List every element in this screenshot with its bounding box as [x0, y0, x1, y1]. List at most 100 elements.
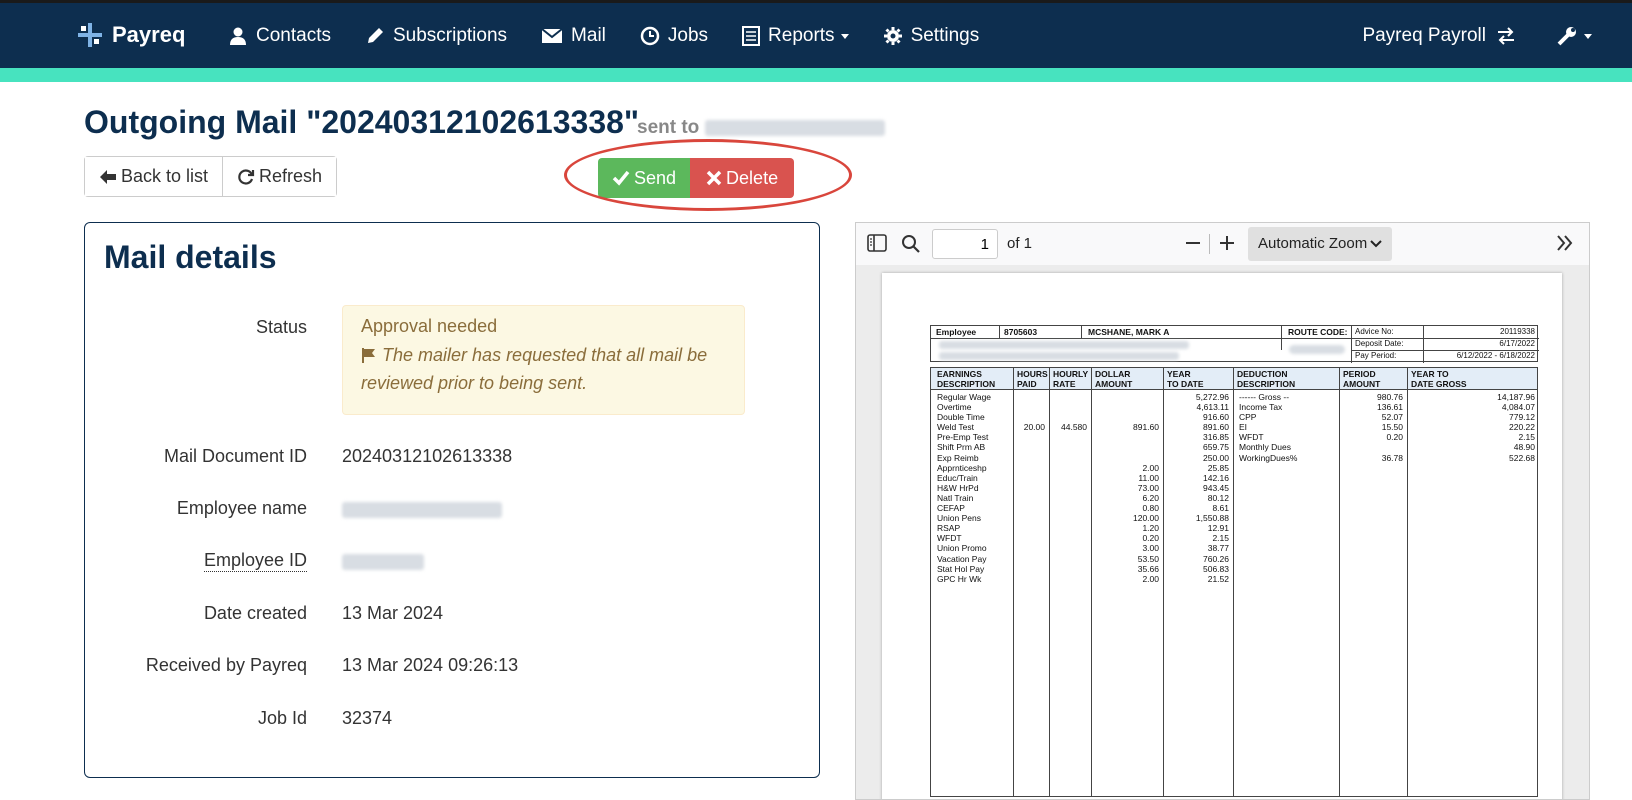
earning-amount — [1093, 412, 1159, 422]
col-ytd: YEAR TO DATE — [1167, 369, 1204, 389]
employee-id-label[interactable]: Employee ID — [203, 550, 307, 572]
nav-contacts[interactable]: Contacts — [228, 25, 331, 47]
tools-menu[interactable] — [1556, 25, 1592, 47]
wrench-icon — [1557, 27, 1576, 46]
toolbar-separator — [1209, 234, 1210, 254]
earning-amount: 2.00 — [1142, 573, 1159, 584]
col-divider — [1091, 368, 1092, 796]
deduction-description: WorkingDues% — [1239, 452, 1298, 463]
earning-ytd: 250.00 — [1203, 452, 1229, 463]
col-divider — [1163, 368, 1164, 796]
stub-divider — [1351, 326, 1352, 363]
chevron-down-icon — [840, 33, 849, 39]
nav-subscriptions[interactable]: Subscriptions — [365, 25, 507, 47]
received-label: Received by Payreq — [145, 655, 307, 675]
col-divider — [1049, 368, 1050, 796]
job-id-value: 32374 — [342, 708, 393, 728]
deduction-ytd-col: 14,187.96 4,084.07 779.12 220.22 2.15 48.90 52… — [1409, 392, 1535, 463]
page-title: Outgoing Mail "20240312102613338" — [84, 104, 640, 140]
nav-settings-label: Settings — [910, 25, 980, 46]
brand-name: Payreq — [112, 22, 186, 47]
nav-reports[interactable]: Reports — [742, 25, 849, 47]
sent-to-label: sent to — [637, 117, 700, 138]
pdf-toolbar: of 1 Automatic Zoom — [856, 223, 1589, 265]
earning-rate — [1051, 432, 1087, 442]
route-code-redacted — [1289, 345, 1345, 354]
earning-hours — [1015, 523, 1045, 533]
earning-description: Double Time — [937, 412, 985, 423]
earning-rate — [1051, 513, 1087, 523]
nav-mail[interactable]: Mail — [541, 25, 606, 47]
address-redacted — [939, 341, 1189, 349]
earnings-rate-col: 44.580 — [1051, 392, 1087, 584]
list-icon — [742, 26, 761, 46]
earning-ytd: 8.61 — [1212, 503, 1229, 514]
earning-rate — [1051, 533, 1087, 543]
earning-hours — [1015, 463, 1045, 473]
earning-description: Union Pens — [937, 513, 981, 524]
nav-reports-label: Reports — [768, 25, 835, 46]
nav-subscriptions-label: Subscriptions — [392, 25, 508, 46]
earning-ytd: 891.60 — [1203, 422, 1229, 433]
earning-description: CEFAP — [937, 503, 965, 514]
zoom-in-icon[interactable] — [1218, 234, 1236, 252]
double-chevron-right-icon[interactable] — [1556, 234, 1574, 252]
earning-amount — [1093, 402, 1159, 412]
earning-amount: 3.00 — [1142, 543, 1159, 554]
job-id-label: Job Id — [257, 708, 307, 728]
nav-jobs[interactable]: Jobs — [640, 25, 708, 47]
status-note: The mailer has requested that all mail b… — [361, 341, 726, 397]
deduction-period-amount: 136.61 — [1377, 402, 1403, 413]
earning-ytd: 916.60 — [1203, 412, 1229, 423]
deduction-ytd: 2.15 — [1518, 432, 1535, 443]
col-hours: HOURS PAID — [1017, 369, 1048, 389]
zoom-out-icon[interactable] — [1184, 234, 1202, 252]
earning-description: GPC Hr Wk — [937, 573, 982, 584]
earning-ytd: 142.16 — [1203, 472, 1229, 483]
deduction-description: Income Tax — [1239, 402, 1283, 413]
top-navbar: Payreq Contacts Subscriptions Mail Jobs … — [0, 0, 1632, 68]
doc-id-label: Mail Document ID — [163, 446, 307, 466]
earning-ytd: 316.85 — [1203, 432, 1229, 443]
earnings-ytd-col: 5,272.96 4,613.11 916.60 891.60 316.85 659.75… — [1165, 392, 1229, 584]
status-title: Approval needed — [361, 316, 498, 336]
col-period: PERIOD AMOUNT — [1343, 369, 1381, 389]
earning-amount: 11.00 — [1138, 472, 1159, 483]
stub-divider — [1081, 326, 1082, 338]
brand-logo[interactable]: Payreq — [76, 21, 185, 49]
nav-jobs-label: Jobs — [667, 25, 709, 46]
refresh-button[interactable]: Refresh — [222, 157, 337, 196]
deduction-period-amount — [1341, 442, 1403, 452]
earning-description: Shift Prm AB — [937, 442, 986, 453]
deduction-ytd: 14,187.96 — [1497, 392, 1535, 402]
col-divider — [1013, 368, 1014, 796]
sidebar-toggle-icon[interactable] — [867, 234, 887, 252]
earning-ytd: 659.75 — [1203, 442, 1229, 453]
list-actions: Back to list Refresh — [84, 156, 338, 197]
search-icon[interactable] — [901, 234, 921, 254]
back-to-list-button[interactable]: Back to list — [85, 157, 223, 196]
earning-rate — [1051, 483, 1087, 493]
page-number-input[interactable] — [932, 229, 998, 259]
earning-amount: 73.00 — [1137, 482, 1159, 493]
clock-icon — [640, 26, 660, 46]
earning-hours: 20.00 — [1023, 422, 1045, 433]
doc-id-value: 20240312102613338 — [342, 446, 513, 466]
pdf-document-area[interactable]: Employee 8705603 MCSHANE, MARK A ROUTE C… — [856, 265, 1589, 799]
earning-description: Apprnticeshp — [937, 462, 987, 473]
earning-hours — [1015, 513, 1045, 523]
highlight-annotation — [564, 139, 852, 211]
account-switcher[interactable]: Payreq Payroll — [1362, 25, 1516, 47]
deduction-period-amount: 15.50 — [1381, 422, 1403, 433]
earning-description: WFDT — [937, 533, 962, 544]
advice-no: 20119338 — [1500, 327, 1535, 336]
earning-ytd: 5,272.96 — [1195, 392, 1229, 402]
col-rate: HOURLY RATE — [1053, 369, 1089, 389]
nav-settings[interactable]: Settings — [883, 25, 980, 47]
earning-hours — [1015, 432, 1045, 442]
deduction-desc-col: ------ Gross -- Income Tax CPP EI WFDT Monthl… — [1239, 392, 1337, 463]
deposit-date: 6/17/2022 — [1499, 339, 1535, 348]
period-label: Pay Period: — [1355, 351, 1397, 360]
zoom-select[interactable]: Automatic Zoom — [1248, 227, 1392, 261]
earning-amount: 6.20 — [1142, 492, 1159, 503]
